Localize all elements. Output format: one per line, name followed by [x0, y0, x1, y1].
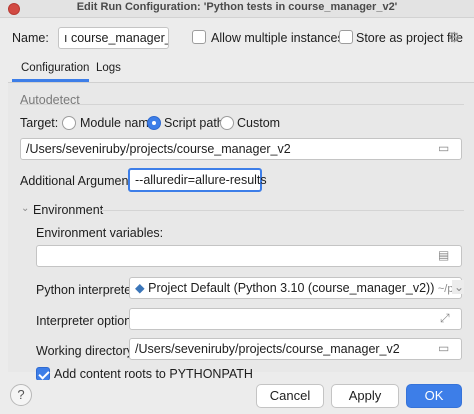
target-module-name-label: Module name	[80, 116, 156, 130]
target-custom-label: Custom	[237, 116, 281, 130]
document-icon[interactable]: ▤	[438, 248, 449, 262]
env-vars-input[interactable]	[36, 245, 462, 267]
env-vars-label: Environment variables:	[36, 226, 164, 240]
python-icon: ◆	[135, 281, 145, 295]
target-script-path-radio[interactable]	[147, 116, 161, 130]
additional-arguments-input[interactable]: --alluredir=allure-results	[128, 168, 267, 192]
store-as-project-file-label: Store as project file	[356, 31, 463, 45]
expand-icon[interactable]: ⤢	[440, 311, 450, 326]
folder-icon[interactable]: ▭	[438, 141, 449, 155]
allow-multiple-instances-label: Allow multiple instances	[211, 31, 344, 45]
environment-section-label[interactable]: Environment	[33, 203, 103, 217]
python-interpreter-select[interactable]: ◆ Project Default (Python 3.10 (course_m…	[129, 277, 462, 299]
add-content-roots-label: Add content roots to PYTHONPATH	[54, 367, 253, 381]
name-input[interactable]: ı course_manager_v2	[58, 27, 169, 49]
interpreter-options-input[interactable]	[129, 308, 462, 330]
folder-icon[interactable]: ▭	[438, 341, 449, 355]
target-script-path-label: Script path	[164, 116, 224, 130]
target-label: Target:	[20, 116, 59, 130]
working-directory-label: Working directory:	[36, 344, 137, 358]
working-directory-input[interactable]: /Users/seveniruby/projects/course_manage…	[129, 338, 462, 360]
tab-logs[interactable]: Logs	[96, 62, 121, 74]
cancel-button[interactable]: Cancel	[256, 384, 324, 408]
section-divider	[20, 104, 464, 105]
ok-button[interactable]: OK	[406, 384, 462, 408]
python-interpreter-value: Project Default (Python 3.10 (course_man…	[148, 281, 435, 295]
tab-configuration[interactable]: Configuration	[21, 62, 89, 74]
python-interpreter-label: Python interpreter:	[36, 283, 139, 297]
help-button[interactable]: ?	[10, 384, 32, 406]
script-path-input[interactable]: /Users/seveniruby/projects/course_manage…	[20, 138, 462, 160]
allow-multiple-instances-checkbox[interactable]	[192, 30, 206, 44]
gear-icon[interactable]: ⚙	[448, 29, 461, 46]
store-as-project-file-checkbox[interactable]	[339, 30, 353, 44]
chevron-down-icon[interactable]: ⌄	[21, 203, 29, 214]
section-divider	[100, 210, 464, 211]
name-label: Name:	[12, 31, 49, 45]
window-title: Edit Run Configuration: 'Python tests in…	[76, 1, 398, 13]
interpreter-options-label: Interpreter options:	[36, 314, 141, 328]
chevron-down-icon[interactable]: ⌄	[452, 280, 465, 294]
dialog-footer	[0, 380, 474, 414]
target-module-name-radio[interactable]	[62, 116, 76, 130]
apply-button[interactable]: Apply	[331, 384, 399, 408]
target-custom-radio[interactable]	[220, 116, 234, 130]
add-content-roots-checkbox[interactable]	[36, 367, 50, 381]
additional-arguments-label: Additional Arguments	[20, 174, 139, 188]
